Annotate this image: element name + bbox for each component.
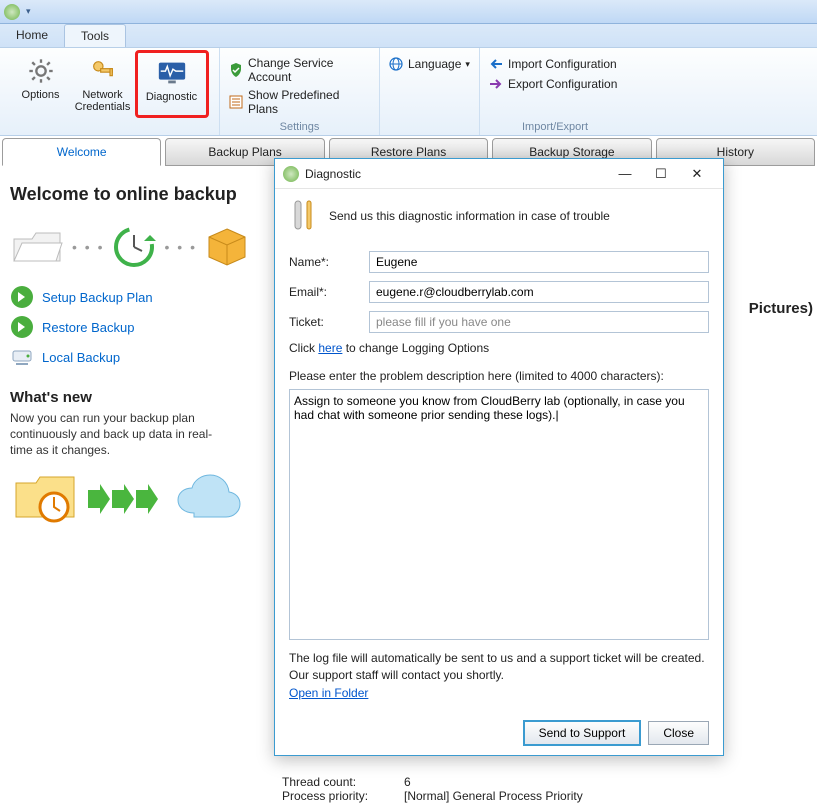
arrow-right-circle-icon [10, 285, 34, 309]
thread-count-label: Thread count: [282, 775, 382, 789]
gear-icon [25, 55, 57, 87]
language-button[interactable]: Language ▾ [384, 54, 474, 74]
ribbon: Options Network Credentials Diagnostic C… [0, 48, 817, 136]
import-arrow-icon [488, 56, 504, 72]
export-arrow-icon [488, 76, 504, 92]
dialog-footer: Send to Support Close [275, 711, 723, 755]
logging-options-link[interactable]: here [318, 341, 342, 355]
show-predefined-plans-label: Show Predefined Plans [248, 88, 371, 116]
tools-icon [289, 199, 319, 233]
name-input[interactable] [369, 251, 709, 273]
email-label: Email*: [289, 285, 369, 299]
whats-new-text: Now you can run your backup plan continu… [10, 410, 230, 459]
restore-backup-label: Restore Backup [42, 320, 135, 335]
dots-icon: • • • [164, 239, 196, 255]
thread-count-value: 6 [404, 775, 411, 789]
diagnostic-label: Diagnostic [146, 91, 197, 103]
dots-icon: • • • [72, 239, 104, 255]
minimize-button[interactable]: — [607, 166, 643, 181]
cloud-icon [172, 473, 246, 525]
folder-open-icon [10, 225, 66, 269]
dialog-header-text: Send us this diagnostic information in c… [329, 209, 610, 223]
folder-clock-icon [10, 471, 84, 527]
export-configuration-label: Export Configuration [508, 77, 617, 91]
shield-icon [228, 62, 244, 78]
show-predefined-plans-button[interactable]: Show Predefined Plans [224, 86, 375, 118]
tab-home[interactable]: Home [0, 24, 64, 47]
dialog-header: Send us this diagnostic information in c… [289, 199, 709, 233]
import-configuration-button[interactable]: Import Configuration [484, 54, 621, 74]
clock-recycle-icon [110, 223, 158, 271]
tab-tools[interactable]: Tools [64, 24, 126, 47]
chevron-down-icon: ▾ [465, 59, 470, 70]
diagnostic-button[interactable]: Diagnostic [135, 50, 209, 118]
monitor-pulse-icon [156, 57, 188, 89]
email-input[interactable] [369, 281, 709, 303]
arrow-right-circle-icon [10, 315, 34, 339]
change-service-account-button[interactable]: Change Service Account [224, 54, 375, 86]
dialog-title: Diagnostic [305, 167, 607, 181]
open-in-folder-link[interactable]: Open in Folder [289, 685, 368, 701]
process-priority-label: Process priority: [282, 789, 382, 803]
ticket-label: Ticket: [289, 315, 369, 329]
import-configuration-label: Import Configuration [508, 57, 617, 71]
setup-backup-plan-label: Setup Backup Plan [42, 290, 153, 305]
options-label: Options [22, 89, 60, 101]
maximize-button[interactable]: ☐ [643, 166, 679, 182]
key-icon [87, 55, 119, 87]
package-box-icon [203, 223, 251, 271]
network-credentials-label: Network Credentials [75, 89, 131, 113]
menu-tabs: Home Tools [0, 24, 817, 48]
name-label: Name*: [289, 255, 369, 269]
app-icon [283, 166, 299, 182]
dialog-titlebar: Diagnostic — ☐ ✕ [275, 159, 723, 189]
change-service-account-label: Change Service Account [248, 56, 371, 84]
peek-text: Pictures) [749, 300, 813, 317]
logging-options-line: Click here to change Logging Options [289, 341, 709, 355]
import-export-group-label: Import/Export [480, 121, 630, 133]
close-button[interactable]: ✕ [679, 166, 715, 182]
status-area: Thread count: 6 Process priority: [Normal]… [282, 775, 583, 803]
tab-welcome[interactable]: Welcome [2, 138, 161, 166]
close-dialog-button[interactable]: Close [648, 721, 709, 745]
ticket-input[interactable] [369, 311, 709, 333]
export-configuration-button[interactable]: Export Configuration [484, 74, 621, 94]
app-icon [4, 4, 20, 20]
options-button[interactable]: Options [11, 50, 71, 118]
window-titlebar: ▾ [0, 0, 817, 24]
network-credentials-button[interactable]: Network Credentials [73, 50, 133, 118]
dialog-tail-text: The log file will automatically be sent … [289, 650, 709, 701]
language-label: Language [408, 57, 461, 71]
disk-icon [10, 345, 34, 369]
description-label: Please enter the problem description her… [289, 369, 709, 383]
settings-group-label: Settings [220, 121, 379, 133]
arrows-right-icon [88, 484, 168, 514]
send-to-support-button[interactable]: Send to Support [524, 721, 641, 745]
process-priority-value: [Normal] General Process Priority [404, 789, 583, 803]
diagnostic-dialog: Diagnostic — ☐ ✕ Send us this diagnostic… [274, 158, 724, 756]
local-backup-label: Local Backup [42, 350, 120, 365]
list-icon [228, 94, 244, 110]
globe-icon [388, 56, 404, 72]
qat-dropdown-icon[interactable]: ▾ [26, 6, 31, 17]
description-textarea[interactable] [289, 389, 709, 640]
